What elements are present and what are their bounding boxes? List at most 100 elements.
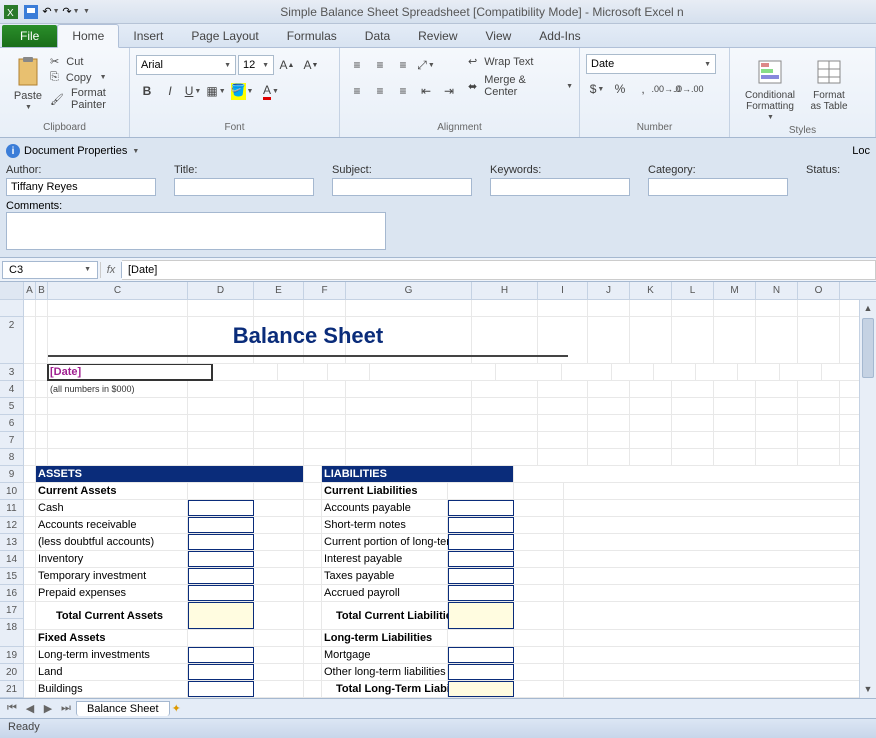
row-header[interactable]: 15: [0, 568, 23, 585]
cell[interactable]: [514, 551, 564, 567]
row-header[interactable]: 4: [0, 381, 23, 398]
cell[interactable]: Current Liabilities: [322, 483, 448, 499]
cell[interactable]: [304, 551, 322, 567]
qat-customize-icon[interactable]: ▼: [83, 8, 90, 15]
cell[interactable]: [304, 381, 346, 397]
underline-button[interactable]: U▼: [182, 80, 204, 102]
cell[interactable]: [304, 664, 322, 680]
align-right-button[interactable]: ≡: [392, 80, 414, 102]
cell[interactable]: [630, 381, 672, 397]
cell[interactable]: [514, 534, 564, 550]
cell[interactable]: [188, 585, 254, 601]
cell[interactable]: [346, 398, 472, 414]
row-header[interactable]: 2: [0, 317, 23, 364]
cell[interactable]: [254, 602, 304, 629]
row-header[interactable]: 20: [0, 664, 23, 681]
cell[interactable]: Buildings: [36, 681, 188, 697]
cell[interactable]: [304, 300, 346, 316]
cell[interactable]: [672, 415, 714, 431]
cell[interactable]: [24, 483, 36, 499]
cell[interactable]: [24, 534, 36, 550]
cell[interactable]: [188, 300, 254, 316]
select-all-corner[interactable]: [0, 282, 23, 300]
cell[interactable]: [588, 449, 630, 465]
last-sheet-button[interactable]: ⏭: [58, 702, 74, 715]
cell[interactable]: [254, 664, 304, 680]
cell[interactable]: Taxes payable: [322, 568, 448, 584]
currency-button[interactable]: $▼: [586, 78, 608, 100]
cell[interactable]: [514, 483, 564, 499]
orientation-button[interactable]: ⤢▼: [415, 54, 437, 76]
col-header[interactable]: N: [756, 282, 798, 299]
cell[interactable]: [254, 551, 304, 567]
cell[interactable]: Mortgage: [322, 647, 448, 663]
cell[interactable]: [538, 449, 588, 465]
formula-input[interactable]: [Date]: [122, 260, 876, 280]
cell[interactable]: [188, 647, 254, 663]
cell[interactable]: [448, 483, 514, 499]
cell[interactable]: [188, 483, 254, 499]
comments-input[interactable]: [6, 212, 386, 250]
cell[interactable]: [588, 415, 630, 431]
cell[interactable]: [714, 381, 756, 397]
tab-data[interactable]: Data: [351, 25, 404, 47]
row-header[interactable]: 18: [0, 619, 23, 647]
cell[interactable]: [36, 415, 48, 431]
cell[interactable]: [254, 300, 304, 316]
cell[interactable]: [714, 432, 756, 448]
cell[interactable]: [780, 364, 822, 380]
cell[interactable]: [24, 398, 36, 414]
cell[interactable]: [756, 449, 798, 465]
cell[interactable]: [254, 568, 304, 584]
cell[interactable]: Accounts receivable: [36, 517, 188, 533]
cell[interactable]: (all numbers in $000): [48, 381, 188, 397]
cell[interactable]: [472, 415, 538, 431]
cell[interactable]: [514, 602, 564, 629]
cell[interactable]: [24, 602, 36, 629]
cell[interactable]: [448, 534, 514, 550]
col-header[interactable]: D: [188, 282, 254, 299]
cell[interactable]: [472, 432, 538, 448]
fill-color-button[interactable]: 🪣▼: [228, 80, 256, 102]
doc-props-dropdown[interactable]: ▼: [132, 148, 139, 155]
new-sheet-icon[interactable]: ✦: [172, 702, 181, 715]
next-sheet-button[interactable]: ▶: [40, 702, 56, 715]
cell[interactable]: [24, 647, 36, 663]
cell[interactable]: Long-term Liabilities: [322, 630, 448, 646]
title-input[interactable]: [174, 178, 314, 196]
cell[interactable]: [346, 449, 472, 465]
cell[interactable]: [696, 364, 738, 380]
cell[interactable]: Prepaid expenses: [36, 585, 188, 601]
cell[interactable]: [538, 415, 588, 431]
cell[interactable]: [538, 398, 588, 414]
col-header[interactable]: M: [714, 282, 756, 299]
cells[interactable]: Balance Sheet [Date] (all numbers in $00…: [24, 300, 876, 698]
cell[interactable]: [304, 602, 322, 629]
format-painter-button[interactable]: 🖌 Format Painter: [50, 86, 123, 112]
merge-center-button[interactable]: ⬌ Merge & Center ▼: [468, 73, 573, 99]
cell[interactable]: [514, 500, 564, 516]
cell[interactable]: [514, 630, 564, 646]
excel-icon[interactable]: X: [2, 3, 20, 21]
cell[interactable]: [588, 381, 630, 397]
cell[interactable]: [798, 415, 840, 431]
cell[interactable]: [448, 647, 514, 663]
subject-input[interactable]: [332, 178, 472, 196]
decrease-indent-button[interactable]: ⇤: [415, 80, 437, 102]
tab-addins[interactable]: Add-Ins: [525, 25, 594, 47]
col-header[interactable]: O: [798, 282, 840, 299]
cell[interactable]: [188, 432, 254, 448]
cell[interactable]: [538, 300, 588, 316]
cell[interactable]: [630, 300, 672, 316]
row-header[interactable]: 13: [0, 534, 23, 551]
cell[interactable]: [36, 432, 48, 448]
scroll-down-icon[interactable]: ▼: [860, 681, 876, 698]
row-header[interactable]: 7: [0, 432, 23, 449]
cell[interactable]: [304, 585, 322, 601]
col-header[interactable]: I: [538, 282, 588, 299]
cell[interactable]: [672, 381, 714, 397]
cell[interactable]: [630, 449, 672, 465]
cell[interactable]: [798, 381, 840, 397]
cell[interactable]: [472, 300, 538, 316]
cell[interactable]: [798, 449, 840, 465]
